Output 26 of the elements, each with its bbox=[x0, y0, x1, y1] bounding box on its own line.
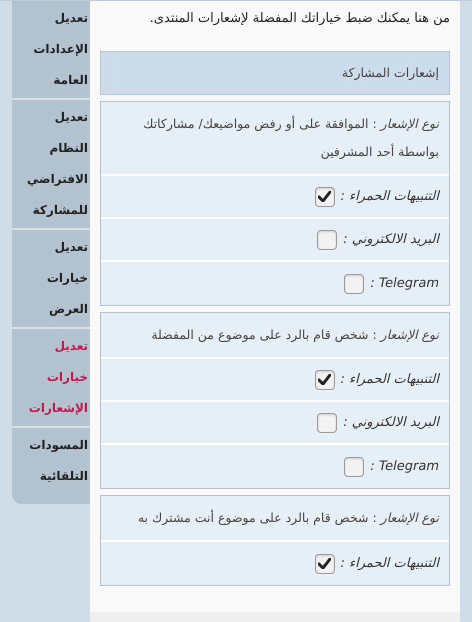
sidebar-item[interactable]: المسودات التلقائية bbox=[12, 426, 90, 494]
notification-type-text: نوع الإشعار : شخص قام بالرد على موضوع من المفضلة bbox=[101, 313, 449, 359]
option-label: Telegram : bbox=[370, 458, 439, 476]
checkbox[interactable] bbox=[344, 274, 364, 294]
checkmark-icon bbox=[318, 191, 332, 202]
checkbox[interactable] bbox=[314, 186, 335, 206]
checkmark-icon bbox=[318, 558, 332, 569]
checkbox[interactable] bbox=[314, 370, 335, 390]
checkbox[interactable] bbox=[317, 412, 338, 432]
sidebar-item[interactable]: تعديل خيارات العرض bbox=[12, 228, 90, 327]
notification-type-text: نوع الإشعار : الموافقة على أو رفض مواضيعك/ مشاركاتك بواسطة أحد المشرفين bbox=[101, 102, 449, 176]
checkbox[interactable] bbox=[344, 456, 364, 476]
section-header: إشعارات المشاركة bbox=[100, 51, 450, 95]
checkbox[interactable] bbox=[317, 230, 338, 250]
checkmark-icon bbox=[318, 374, 332, 385]
option-label: البريد الالكتروني : bbox=[343, 414, 439, 432]
option-label: التنبيهات الحمراء : bbox=[340, 554, 439, 573]
checkbox[interactable] bbox=[314, 554, 335, 574]
notification-type-text: نوع الإشعار : شخص قام بالرد على موضوع أنت مشترك به bbox=[101, 496, 449, 542]
option-label: التنبيهات الحمراء : bbox=[340, 188, 439, 206]
intro-text: من هنا يمكنك ضبط خياراتك المفضلة لإشعارات المنتدى. bbox=[148, 10, 450, 28]
sidebar-item[interactable]: تعديل النظام الافتراضي للمشاركة bbox=[12, 98, 90, 228]
option-label: البريد الالكتروني : bbox=[343, 230, 439, 249]
option-label: التنبيهات الحمراء : bbox=[340, 370, 439, 389]
option-label: Telegram : bbox=[370, 274, 439, 293]
sidebar-item[interactable]: تعديل الإعدادات العامة bbox=[12, 1, 90, 98]
